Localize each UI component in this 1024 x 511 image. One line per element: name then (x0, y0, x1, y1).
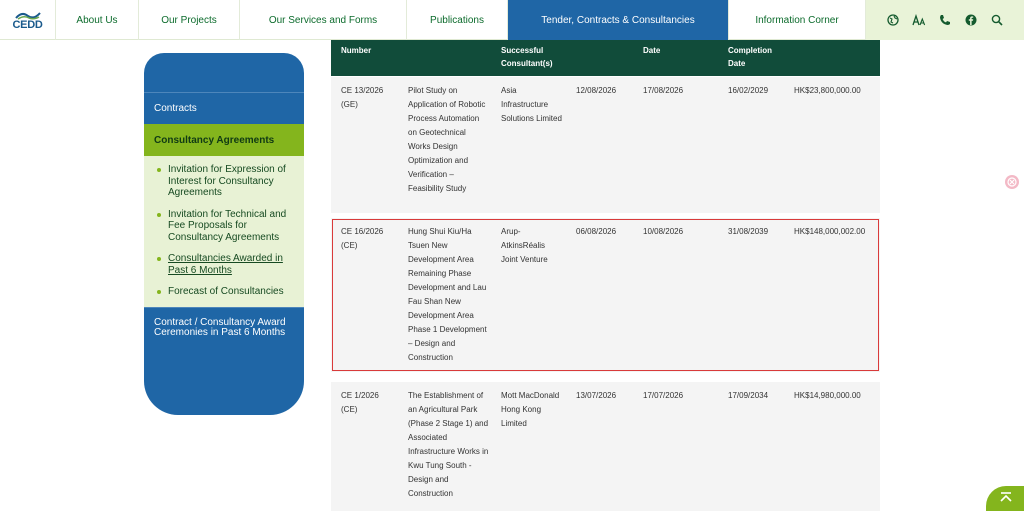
table-header: Number Successful Consultant(s) Date Com… (331, 40, 880, 76)
sidebar-subitem-label: Consultancies Awarded in Past 6 Months (168, 253, 283, 276)
nav-information-corner[interactable]: Information Corner (729, 0, 866, 40)
sidebar-item-contracts[interactable]: Contracts (144, 92, 304, 124)
sidebar-submenu: Invitation for Expression of Interest fo… (144, 156, 304, 307)
table-row: CE 13/2026 (GE) Pilot Study on Applicati… (331, 77, 880, 213)
cell-date: 06/08/2026 (576, 227, 617, 236)
bullet-icon (157, 290, 161, 294)
cell-amount: HK$23,800,000.00 (794, 86, 861, 95)
sidebar-menu: Contracts Consultancy Agreements Invitat… (144, 53, 304, 415)
top-navigation: CEDD About Us Our Projects Our Services … (0, 0, 1024, 40)
logo-wave-icon (14, 11, 41, 20)
chevron-up-icon (1000, 492, 1012, 502)
cell-amount: HK$14,980,000.00 (794, 391, 861, 400)
back-to-top-button[interactable] (986, 486, 1024, 511)
cell-consultant: Asia Infrastructure Solutions Limited (501, 86, 562, 123)
header-completion-date: Completion Date (728, 46, 772, 68)
cell-consultant: Arup-AtkinsRéalis Joint Venture (501, 227, 548, 264)
cell-number: CE 16/2026 (CE) (341, 227, 384, 250)
cell-consultant: Mott MacDonald Hong Kong Limited (501, 391, 560, 428)
facebook-icon[interactable] (963, 12, 979, 28)
cell-completion-date: 16/02/2029 (728, 86, 769, 95)
sidebar-subitem-label: Forecast of Consultancies (168, 286, 284, 297)
search-icon[interactable] (989, 12, 1005, 28)
logo-text: CEDD (12, 18, 43, 31)
bullet-icon (157, 212, 161, 217)
cell-title: Pilot Study on Application of Robotic Pr… (408, 86, 486, 193)
sidebar-subitem-forecast[interactable]: Forecast of Consultancies (154, 286, 294, 298)
cell-completion-date: 17/09/2034 (728, 391, 769, 400)
nav-publications[interactable]: Publications (407, 0, 508, 40)
cell-title: Hung Shui Kiu/Ha Tsuen New Development A… (408, 227, 487, 362)
sidebar-subitem-label: Invitation for Technical and Fee Proposa… (168, 208, 287, 243)
cell-date: 13/07/2026 (576, 391, 617, 400)
cell-number: CE 13/2026 (GE) (341, 86, 384, 109)
header-date: Date (643, 46, 661, 55)
nav-our-projects[interactable]: Our Projects (139, 0, 240, 40)
bullet-icon (157, 257, 161, 261)
cell-number: CE 1/2026 (CE) (341, 391, 379, 414)
cell-date: 10/08/2026 (643, 227, 684, 236)
globe-icon[interactable] (885, 12, 901, 28)
phone-icon[interactable] (937, 12, 953, 28)
cell-title: The Establishment of an Agricultural Par… (408, 391, 489, 498)
nav-about-us[interactable]: About Us (56, 0, 139, 40)
cedd-logo[interactable]: CEDD (0, 0, 56, 40)
table-row: CE 1/2026 (CE) The Establishment of an A… (331, 382, 880, 511)
bullet-icon (157, 168, 161, 172)
sidebar-subitem-label: Invitation for Expression of Interest fo… (168, 164, 286, 198)
nav-tools (866, 0, 1024, 40)
cell-completion-date: 31/08/2039 (728, 227, 769, 236)
header-number: Number (341, 46, 372, 55)
header-consultant: Successful Consultant(s) (501, 46, 553, 68)
table-row-highlighted: CE 16/2026 (CE) Hung Shui Kiu/Ha Tsuen N… (331, 218, 880, 372)
sidebar-subitem-consultancies-awarded[interactable]: Consultancies Awarded in Past 6 Months (154, 253, 294, 276)
sidebar-subitem-technical-fee-proposals[interactable]: Invitation for Technical and Fee Proposa… (154, 209, 294, 244)
sidebar-subitem-expression-of-interest[interactable]: Invitation for Expression of Interest fo… (154, 164, 294, 199)
sidebar-item-award-ceremonies[interactable]: Contract / Consultancy Award Ceremonies … (144, 306, 304, 349)
cell-date: 17/08/2026 (643, 86, 684, 95)
accessibility-icon[interactable] (1005, 175, 1019, 189)
nav-tender-contracts[interactable]: Tender, Contracts & Consultancies (508, 0, 729, 40)
nav-services-forms[interactable]: Our Services and Forms (240, 0, 407, 40)
font-size-icon[interactable] (911, 12, 927, 28)
consultancies-table: Number Successful Consultant(s) Date Com… (331, 40, 880, 511)
cell-date: 17/07/2026 (643, 391, 684, 400)
cell-date: 12/08/2026 (576, 86, 617, 95)
sidebar-item-consultancy-agreements[interactable]: Consultancy Agreements (144, 124, 304, 156)
cell-amount: HK$148,000,002.00 (794, 227, 866, 236)
